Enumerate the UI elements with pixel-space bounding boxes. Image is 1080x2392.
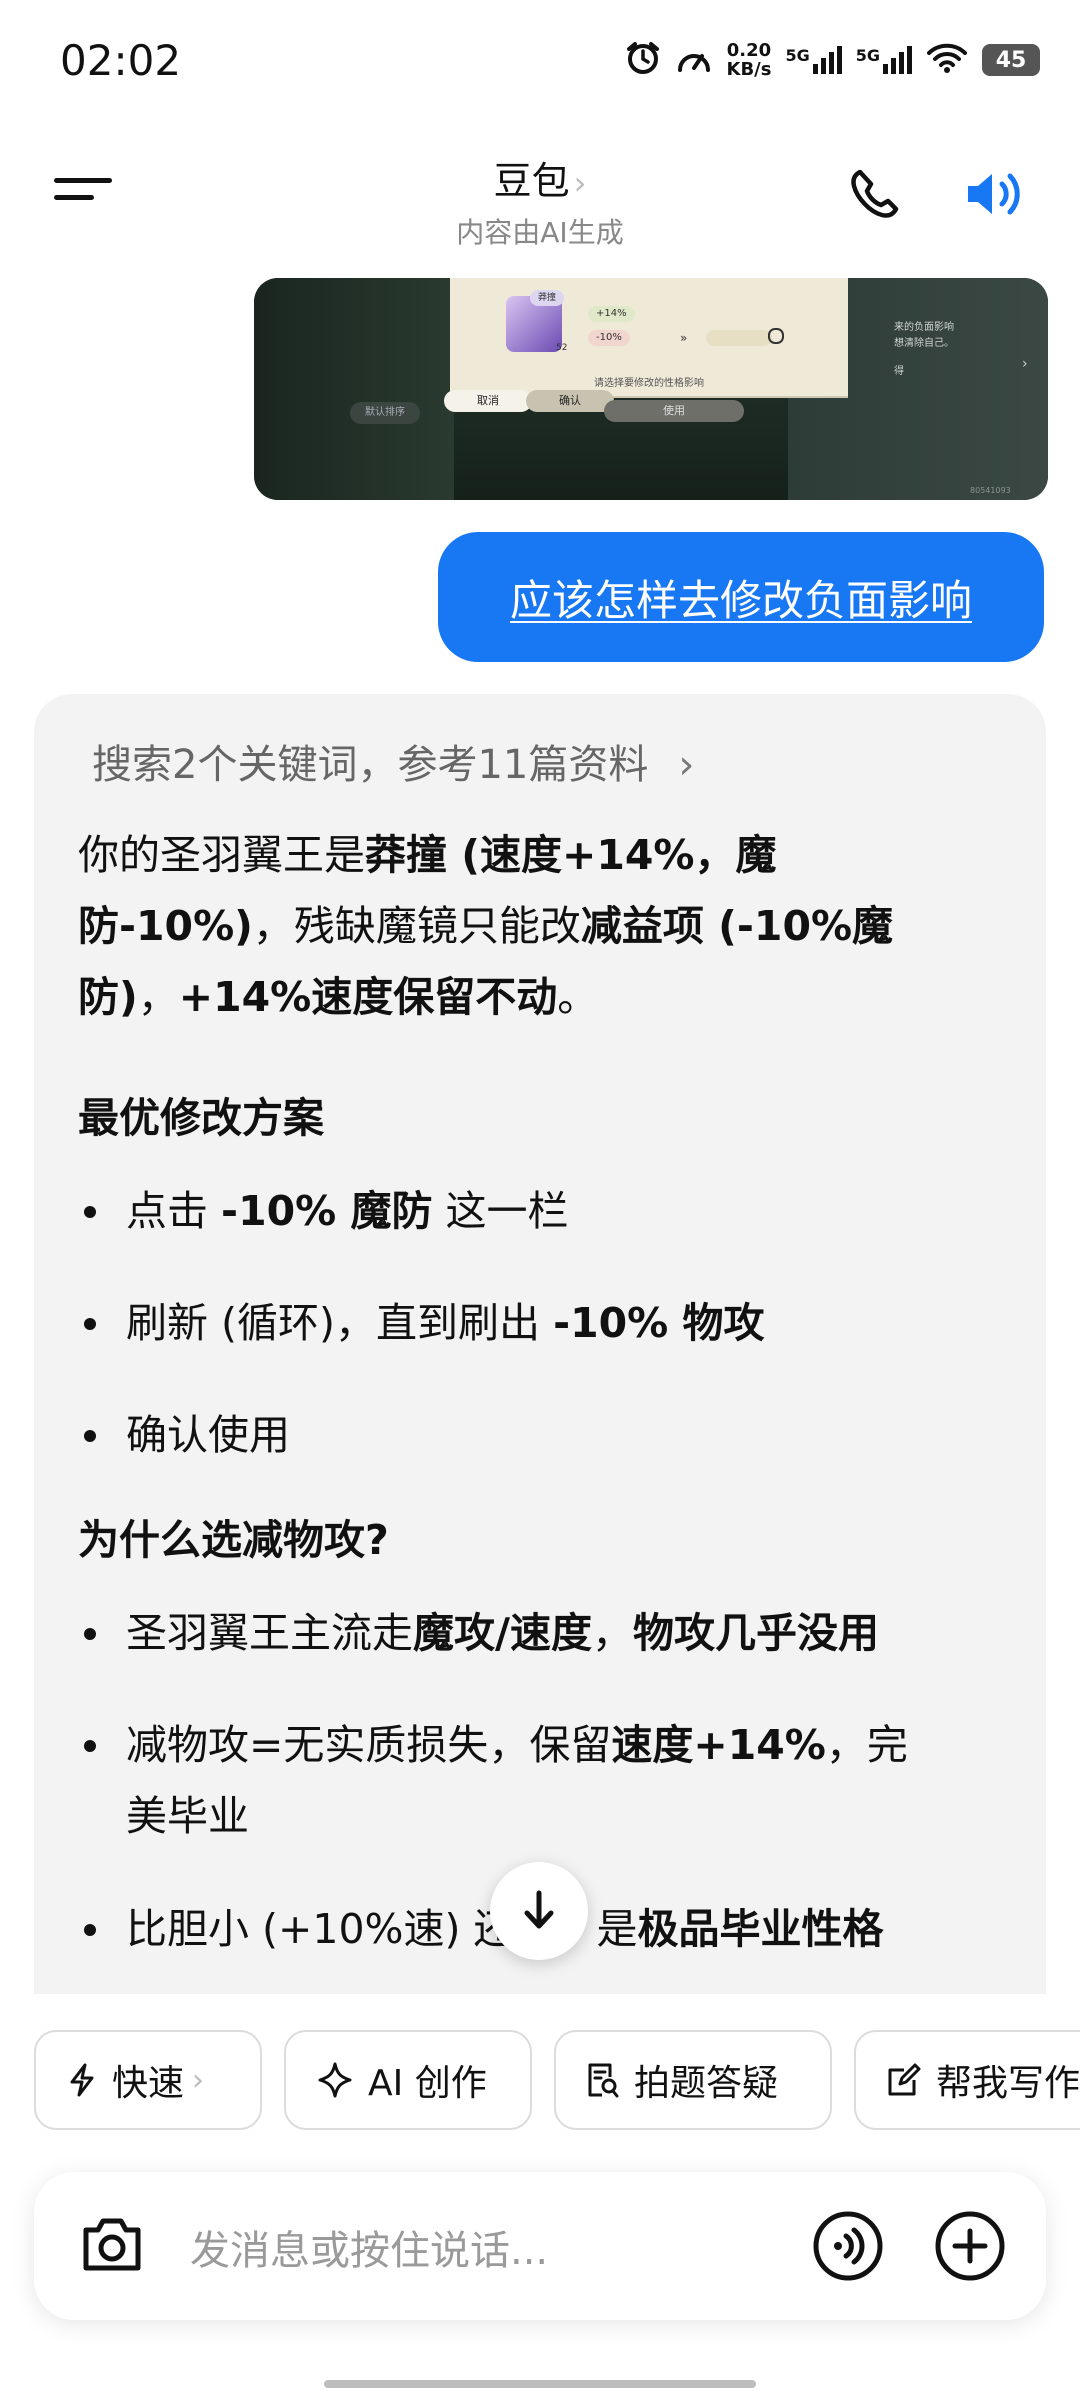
game-side-text-1: 来的负面影响 <box>894 322 954 333</box>
user-message-bubble[interactable]: 应该怎样去修改负面影响 <box>438 532 1044 662</box>
section-heading-1: 最优修改方案 <box>78 1094 324 1142</box>
game-confirm-button: 确认 <box>526 390 614 412</box>
game-side-text-3: 得 <box>894 366 904 377</box>
stat-up: +14% <box>588 306 635 322</box>
list-item: 减物攻=无实质损失，保留速度+14%，完 美毕业 <box>78 1710 1018 1852</box>
chevron-right-icon: › <box>192 2062 205 2098</box>
speaker-button[interactable] <box>962 164 1028 228</box>
camera-button[interactable] <box>78 2214 146 2280</box>
voice-wave-icon <box>813 2211 883 2281</box>
search-summary-text: 搜索2个关键词，参考11篇资料 <box>92 742 649 788</box>
attached-game-screenshot[interactable]: 莽撞 52 +14% -10% » 请选择要修改的性格影响 取消 确认 使用 默… <box>254 278 1048 500</box>
game-use-button: 使用 <box>604 400 744 422</box>
battery-indicator: 45 <box>982 44 1040 76</box>
game-cancel-button: 取消 <box>444 390 532 412</box>
phone-call-button[interactable] <box>846 166 902 226</box>
wifi-icon <box>926 42 968 78</box>
ai-paragraph-1: 你的圣羽翼王是莽撞 (速度+14%，魔 防-10%)，残缺魔镜只能改减益项 (-… <box>78 831 894 1021</box>
signal-bars-icon <box>883 46 912 74</box>
speedometer-icon <box>675 41 713 79</box>
lightning-icon <box>66 2062 98 2098</box>
document-search-icon <box>586 2061 620 2099</box>
game-sort-button: 默认排序 <box>350 402 420 424</box>
section-heading-2: 为什么选减物攻? <box>78 1516 389 1564</box>
chip-ai-create[interactable]: AI 创作 <box>284 2030 532 2130</box>
game-side-text-2: 想清除自己。 <box>894 338 954 349</box>
scroll-to-bottom-button[interactable] <box>490 1862 588 1960</box>
message-input[interactable]: 发消息或按住说话... <box>190 2218 548 2276</box>
chip-photo-question[interactable]: 拍题答疑 <box>554 2030 832 2130</box>
arrow-down-icon <box>524 1890 554 1929</box>
chip-help-write[interactable]: 帮我写作 <box>854 2030 1080 2130</box>
voice-call-button[interactable] <box>812 2210 884 2286</box>
list-item: 圣羽翼王主流走魔攻/速度，物攻几乎没用 <box>78 1598 1018 1669</box>
alarm-icon <box>625 40 661 80</box>
plus-circle-icon <box>935 2211 1005 2281</box>
pet-level: 52 <box>556 343 568 353</box>
header-title-area[interactable]: 豆包 › 内容由AI生成 <box>0 150 1080 251</box>
page-title[interactable]: 豆包 › <box>0 150 1080 205</box>
signal-sim1: 5G <box>785 46 842 74</box>
game-caption: 请选择要修改的性格影响 <box>594 378 704 389</box>
pet-tag: 莽撞 <box>530 290 565 306</box>
refresh-icon <box>768 328 784 344</box>
signal-bars-icon <box>812 46 842 74</box>
list-item: 点击 -10% 魔防 这一栏 <box>78 1176 1018 1247</box>
sim1-label: 5G <box>785 46 810 65</box>
chevron-right-icon: › <box>573 164 587 202</box>
speaker-icon <box>968 173 1020 215</box>
list-item: 确认使用 <box>78 1400 1018 1471</box>
chip-label: AI 创作 <box>368 2063 487 2104</box>
ai-response-card: 搜索2个关键词，参考11篇资料 › 你的圣羽翼王是莽撞 (速度+14%，魔 防-1… <box>34 694 1046 1994</box>
status-icons: 0.20 KB/s 5G 5G 45 <box>625 40 1040 80</box>
chip-label: 帮我写作 <box>936 2063 1080 2104</box>
message-input-bar: 发消息或按住说话... <box>34 2172 1046 2320</box>
chip-quick-mode[interactable]: 快速 › <box>34 2030 262 2130</box>
net-speed: 0.20 KB/s <box>727 41 772 79</box>
camera-icon <box>83 2218 141 2271</box>
list-item: 刷新 (循环)，直到刷出 -10% 物攻 <box>78 1288 1018 1359</box>
chevron-right-icon: › <box>1022 356 1028 372</box>
signal-sim2: 5G <box>856 46 912 74</box>
game-code: 80541093 <box>970 486 1011 495</box>
net-speed-value: 0.20 <box>726 40 772 61</box>
phone-icon <box>851 169 899 218</box>
search-summary-link[interactable]: 搜索2个关键词，参考11篇资料 › <box>92 732 694 790</box>
ai-generated-notice: 内容由AI生成 <box>456 216 624 249</box>
stat-down: -10% <box>588 330 630 346</box>
sim2-label: 5G <box>855 46 880 65</box>
home-indicator[interactable] <box>324 2380 756 2388</box>
game-dialog: 莽撞 52 +14% -10% » 请选择要修改的性格影响 <box>450 278 848 398</box>
net-speed-unit: KB/s <box>726 59 772 80</box>
chip-label: 快速 <box>112 2063 185 2104</box>
user-message-text: 应该怎样去修改负面影响 <box>509 575 972 625</box>
sparkle-icon <box>316 2061 354 2099</box>
arrow-glyph: » <box>680 331 688 345</box>
add-button[interactable] <box>934 2210 1006 2286</box>
title-text: 豆包 <box>493 159 570 203</box>
status-time: 02:02 <box>60 36 182 85</box>
edit-icon <box>886 2062 922 2098</box>
chip-label: 拍题答疑 <box>634 2063 779 2104</box>
chevron-right-icon: › <box>678 742 695 788</box>
